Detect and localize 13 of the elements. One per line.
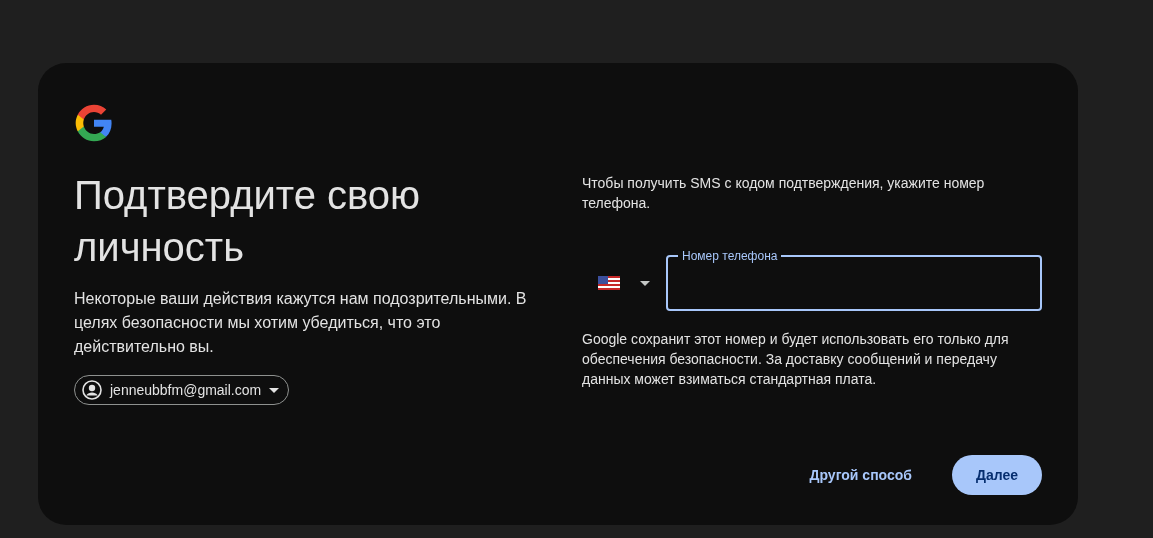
field-label: Номер телефона [681,249,779,263]
next-button[interactable]: Далее [951,455,1042,495]
note-text: Google сохранит этот номер и будет использовать его только для обеспечения безопасности. За доставку сообщений и передачу данных может взиматься стандартная плата. [582,330,1010,389]
logo-icon [74,103,114,143]
instruction-text: Чтобы получить SMS с кодом подтверждения, укажите номер телефона. [582,174,986,213]
caret-icon [640,280,650,286]
phone-input-field[interactable]: Номер телефона [666,249,1042,311]
account-icon [82,380,102,400]
other-method-button[interactable]: Другой способ [785,455,936,495]
page-heading: Подтвердите свою личность [74,172,422,271]
description-text: Некоторые ваши действия кажутся нам подозрительными. В целях безопасности мы хотим убедиться, что это действительно вы. [74,289,528,357]
caret-icon [269,387,280,393]
flag-icon [598,276,620,290]
